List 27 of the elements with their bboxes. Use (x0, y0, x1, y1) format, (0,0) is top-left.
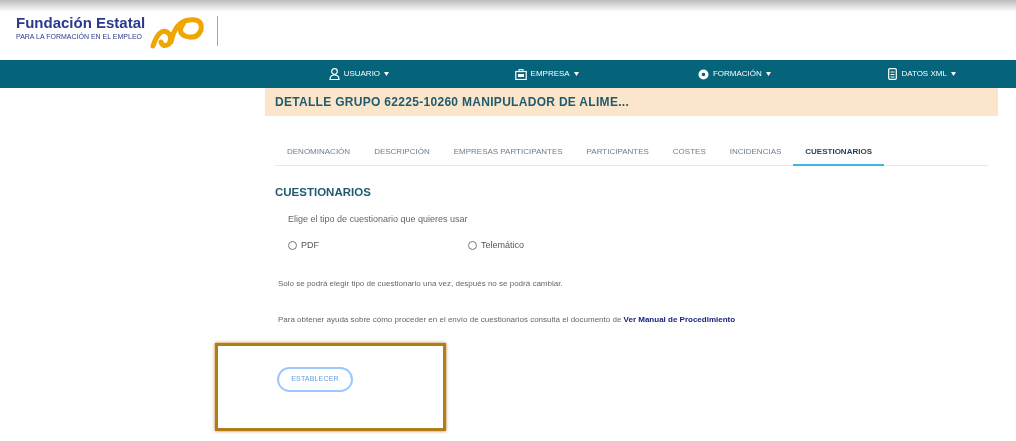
note-text: Solo se podrá elegir tipo de cuestionario una vez, después no se podrá cambiar. (278, 278, 564, 291)
help-text: Para obtener ayuda sobre cómo proceder en el envío de cuestionarios consulta el documento de Ver Manual de Procedimiento (278, 314, 737, 327)
caret-icon (573, 72, 579, 76)
section-title: CUESTIONARIOS (275, 185, 372, 200)
option-label: PDF (301, 238, 319, 252)
tab[interactable]: INCIDENCIAS (717, 140, 794, 166)
logo-title: Fundación Estatal (16, 14, 146, 32)
page-title: DETALLE GRUPO 62225-10260 MANIPULADOR DE ALIME... (265, 88, 998, 116)
nav-menu-link[interactable]: USUARIO (328, 68, 390, 80)
caret-icon (950, 72, 956, 76)
tab[interactable]: DESCRIPCIÓN (362, 140, 442, 166)
tab[interactable]: DENOMINACIÓN (275, 140, 363, 166)
nav-menu-link[interactable]: EMPRESA (514, 68, 579, 80)
prompt-text: Elige el tipo de cuestionario que quieres usar (288, 213, 469, 227)
user-icon (328, 68, 340, 80)
tab[interactable]: COSTES (660, 140, 718, 166)
tab[interactable]: CUESTIONARIOS (793, 140, 884, 166)
document-icon (888, 68, 898, 80)
tab[interactable]: EMPRESAS PARTICIPANTES (441, 140, 575, 166)
tab[interactable]: PARTICIPANTES (574, 140, 661, 166)
nav-menu-link[interactable]: DATOS XML (888, 68, 956, 80)
option-label: Telemático (481, 238, 525, 252)
caret-icon (765, 72, 771, 76)
manual-link[interactable]: Ver Manual de Procedimiento (623, 315, 736, 325)
caret-icon (384, 72, 390, 76)
briefcase-icon (514, 68, 527, 80)
nav-menu-link[interactable]: FORMACIÓN (697, 68, 771, 80)
